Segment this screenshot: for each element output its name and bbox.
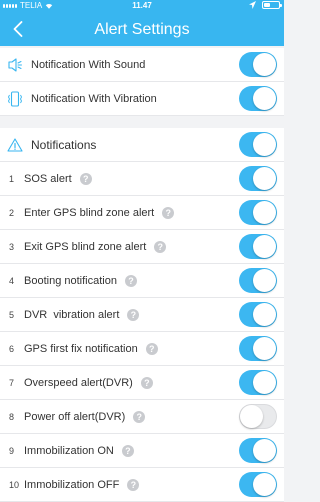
alert-label: SOS alert (24, 173, 72, 185)
notifications-master-toggle[interactable] (239, 132, 277, 157)
alert-row: 2 Enter GPS blind zone alert? (0, 196, 284, 230)
alert-number: 4 (9, 276, 15, 286)
alert-label: Exit GPS blind zone alert (24, 241, 147, 253)
alert-label: Enter GPS blind zone alert (24, 207, 155, 219)
setting-label: Notification With Vibration (31, 93, 157, 105)
header-bar: TELIA 11.47 Alert Settings (0, 0, 284, 46)
alert-row: 1 SOS alert? (0, 162, 284, 196)
alert-toggle[interactable] (239, 268, 277, 293)
setting-row-sound: Notification With Sound (0, 48, 284, 82)
alert-label: Immobilization OFF (24, 479, 120, 491)
help-icon[interactable]: ? (127, 479, 140, 491)
alert-number: 9 (9, 446, 15, 456)
alert-label: Overspeed alert(DVR) (24, 377, 133, 389)
alert-label: Immobilization ON (24, 445, 114, 457)
notifications-label: Notifications (31, 138, 97, 152)
help-icon[interactable]: ? (162, 207, 175, 219)
alert-row: 5 DVR vibration alert? (0, 298, 284, 332)
alert-number: 5 (9, 310, 15, 320)
battery-icon (262, 1, 282, 9)
alert-toggle[interactable] (239, 370, 277, 395)
alert-toggle[interactable] (239, 472, 277, 497)
status-bar: TELIA 11.47 (0, 0, 284, 12)
alert-number: 2 (9, 208, 15, 218)
alert-row: 3 Exit GPS blind zone alert? (0, 230, 284, 264)
speaker-icon (8, 58, 22, 72)
notifications-master-row: Notifications (0, 128, 284, 162)
alert-toggle[interactable] (239, 438, 277, 463)
alert-row: 7 Overspeed alert(DVR)? (0, 366, 284, 400)
alert-label: Booting notification (24, 275, 117, 287)
warning-triangle-icon (7, 138, 23, 152)
alert-row: 8 Power off alert(DVR)? (0, 400, 284, 434)
alert-row: 6 GPS first fix notification? (0, 332, 284, 366)
help-icon[interactable]: ? (79, 173, 92, 185)
alert-number: 8 (9, 412, 15, 422)
alert-toggle[interactable] (239, 302, 277, 327)
alert-row: 10 Immobilization OFF? (0, 468, 284, 502)
alert-row: 9 Immobilization ON? (0, 434, 284, 468)
alert-number: 3 (9, 242, 15, 252)
setting-row-vibration: Notification With Vibration (0, 82, 284, 116)
alert-label: GPS first fix notification (24, 343, 138, 355)
alert-number: 6 (9, 344, 15, 354)
status-time: 11.47 (132, 1, 152, 10)
help-icon[interactable]: ? (121, 445, 134, 457)
setting-label: Notification With Sound (31, 59, 146, 71)
alert-row: 4 Booting notification? (0, 264, 284, 298)
alert-toggle[interactable] (239, 336, 277, 361)
alert-toggle[interactable] (239, 166, 277, 191)
help-icon[interactable]: ? (127, 309, 140, 321)
alert-label: Power off alert(DVR) (24, 411, 126, 423)
alert-number: 7 (9, 378, 15, 388)
alert-label: DVR vibration alert (24, 309, 120, 321)
alert-toggle[interactable] (239, 200, 277, 225)
help-icon[interactable]: ? (145, 343, 158, 355)
help-icon[interactable]: ? (133, 411, 146, 423)
vibration-icon (7, 91, 23, 107)
vibration-toggle[interactable] (239, 86, 277, 111)
alert-number: 1 (9, 174, 15, 184)
page-title: Alert Settings (94, 21, 190, 38)
help-icon[interactable]: ? (154, 241, 167, 253)
alert-number: 10 (9, 480, 20, 490)
alert-toggle[interactable] (239, 404, 277, 429)
alert-toggle[interactable] (239, 234, 277, 259)
location-arrow-icon (249, 1, 256, 9)
help-icon[interactable]: ? (140, 377, 153, 389)
help-icon[interactable]: ? (124, 275, 137, 287)
sound-toggle[interactable] (239, 52, 277, 77)
